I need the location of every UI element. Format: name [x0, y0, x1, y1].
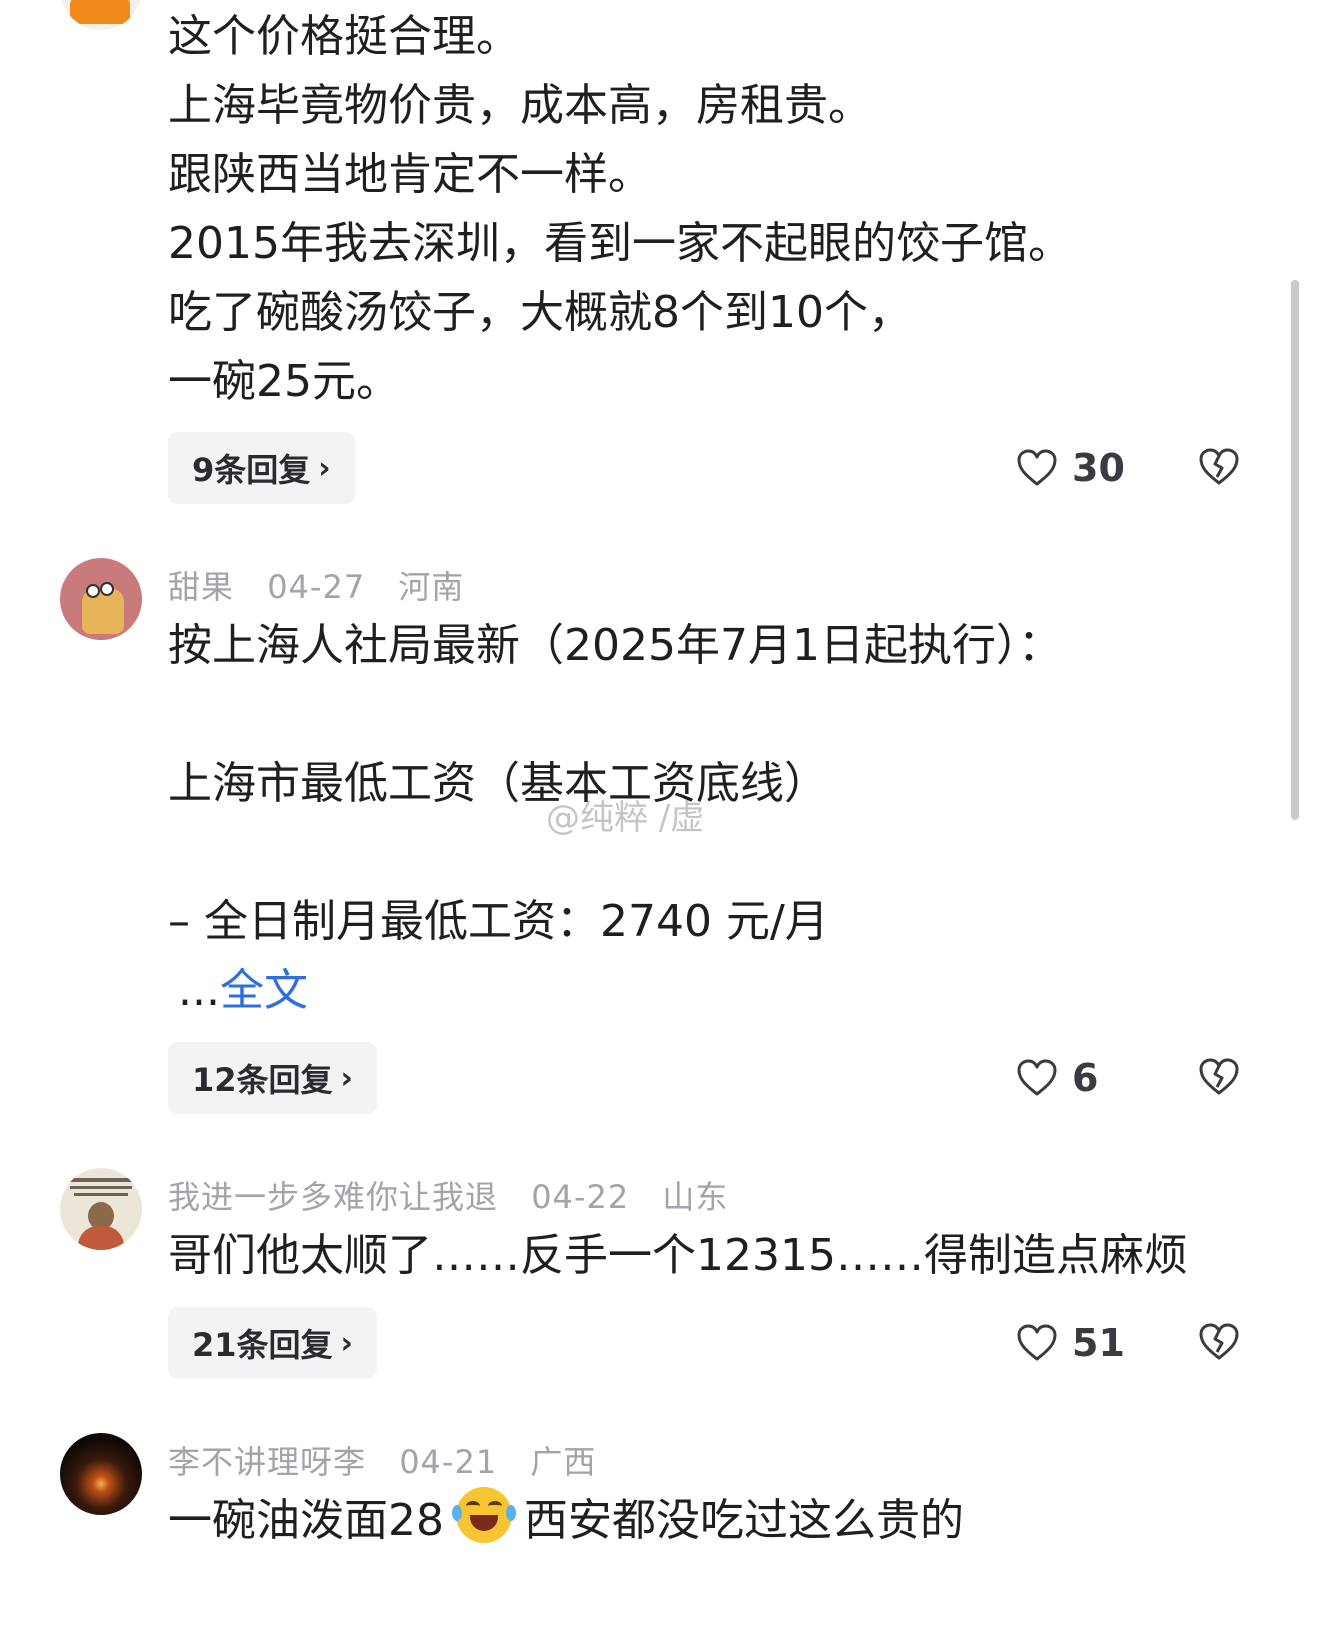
username[interactable]: 甜果 — [168, 568, 234, 606]
comment-text-line: 这个价格挺合理。 — [168, 11, 520, 62]
chevron-right-icon: › — [318, 450, 331, 486]
comment-text-line: 跟陕西当地肯定不一样。 — [168, 149, 652, 200]
broken-heart-icon[interactable] — [1198, 447, 1240, 487]
like-button[interactable]: 30 — [1016, 446, 1125, 490]
heart-icon — [1017, 1324, 1057, 1361]
like-count: 51 — [1072, 1321, 1125, 1365]
heart-icon — [1017, 1059, 1057, 1096]
avatar[interactable] — [60, 558, 142, 640]
comment-text-line: 吃了碗酸汤饺子，大概就8个到10个， — [168, 287, 912, 338]
username[interactable]: 李不讲理呀李 — [168, 1443, 366, 1481]
comment-meta: 甜果 04-27 河南 — [168, 562, 486, 608]
comment-text-line: 哥们他太顺了……反手一个12315……得制造点麻烦 — [168, 1230, 1188, 1281]
comment-date: 04-22 — [531, 1178, 630, 1216]
avatar[interactable] — [60, 1433, 142, 1515]
comment-meta: 李不讲理呀李 04-21 广西 — [168, 1437, 618, 1483]
view-replies-button[interactable]: 9条回复 › — [168, 432, 355, 504]
like-count: 30 — [1072, 446, 1125, 490]
comment-text-line: 2015年我去深圳，看到一家不起眼的饺子馆。 — [168, 218, 1072, 269]
comment-text-line: 上海市最低工资（基本工资底线） — [168, 758, 828, 809]
comment-location: 河南 — [398, 568, 465, 606]
avatar[interactable] — [60, 0, 142, 30]
like-count: 6 — [1072, 1056, 1099, 1100]
broken-heart-icon[interactable] — [1198, 1057, 1240, 1097]
comment-location: 广西 — [530, 1443, 597, 1481]
expand-full-text-link[interactable]: 全文 — [220, 965, 308, 1016]
watermark: @纯粹 /虚 — [546, 798, 705, 838]
comment-text: 西安都没吃过这么贵的 — [524, 1495, 964, 1546]
comment-meta: 我进一步多难你让我退 04-22 山东 — [168, 1172, 750, 1218]
laughing-crying-emoji-icon — [452, 1487, 516, 1543]
heart-icon — [1017, 449, 1057, 486]
chevron-right-icon: › — [340, 1325, 353, 1361]
comment-text: 一碗油泼面28 — [168, 1495, 444, 1546]
comment-location: 山东 — [662, 1178, 729, 1216]
comment-date: 04-27 — [267, 568, 366, 606]
username[interactable]: 我进一步多难你让我退 — [168, 1178, 498, 1216]
replies-count: 9条回复 — [192, 451, 311, 489]
scrollbar[interactable] — [1291, 280, 1299, 820]
broken-heart-icon[interactable] — [1198, 1322, 1240, 1362]
like-button[interactable]: 51 — [1016, 1321, 1125, 1365]
comment-text-line: 上海毕竟物价贵，成本高，房租贵。 — [168, 80, 872, 131]
ellipsis: ... — [178, 965, 220, 1016]
view-replies-button[interactable]: 21条回复 › — [168, 1307, 377, 1379]
expand-text: ...全文 — [178, 956, 308, 1026]
avatar[interactable] — [60, 1168, 142, 1250]
comment-text-line: – 全日制月最低工资：2740 元/月 — [168, 896, 829, 947]
comment-date: 04-21 — [399, 1443, 498, 1481]
view-replies-button[interactable]: 12条回复 › — [168, 1042, 377, 1114]
replies-count: 12条回复 — [192, 1061, 333, 1099]
comment-text-line: 一碗25元。 — [168, 356, 400, 407]
chevron-right-icon: › — [340, 1060, 353, 1096]
replies-count: 21条回复 — [192, 1326, 333, 1364]
comment-text-line: 一碗油泼面28 西安都没吃过这么贵的 — [168, 1486, 964, 1556]
like-button[interactable]: 6 — [1016, 1056, 1098, 1100]
comment-text-line: 按上海人社局最新（2025年7月1日起执行）： — [168, 620, 1062, 671]
